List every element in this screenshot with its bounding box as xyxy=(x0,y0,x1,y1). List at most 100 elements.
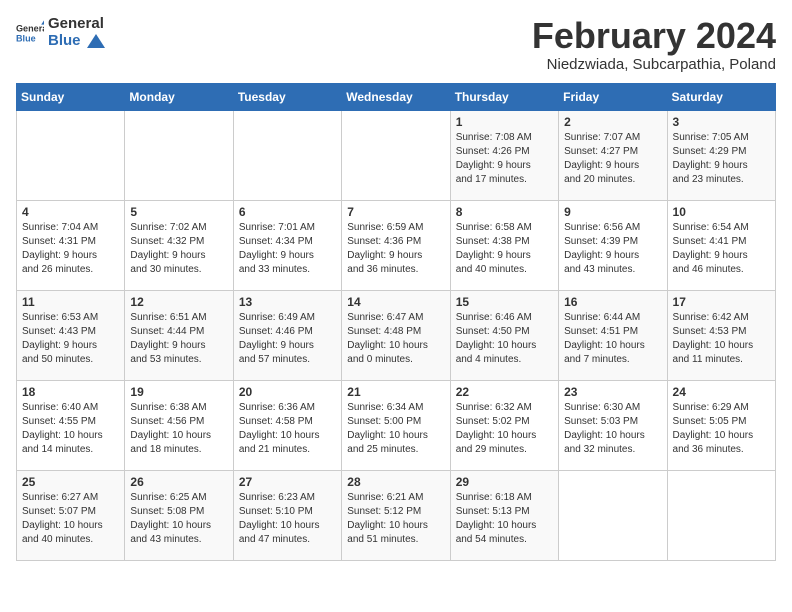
day-info: Sunrise: 7:08 AM Sunset: 4:26 PM Dayligh… xyxy=(456,131,553,187)
day-number: 15 xyxy=(456,295,553,309)
day-info: Sunrise: 6:32 AM Sunset: 5:02 PM Dayligh… xyxy=(456,401,553,457)
day-info: Sunrise: 6:38 AM Sunset: 4:56 PM Dayligh… xyxy=(130,401,227,457)
day-info: Sunrise: 6:56 AM Sunset: 4:39 PM Dayligh… xyxy=(564,221,661,277)
day-info: Sunrise: 7:02 AM Sunset: 4:32 PM Dayligh… xyxy=(130,221,227,277)
day-number: 8 xyxy=(456,205,553,219)
col-header-thursday: Thursday xyxy=(450,83,558,110)
svg-text:General: General xyxy=(16,23,44,33)
calendar-cell: 22 Sunrise: 6:32 AM Sunset: 5:02 PM Dayli… xyxy=(450,380,558,470)
day-number: 28 xyxy=(347,475,444,489)
calendar-cell: 6Sunrise: 7:01 AM Sunset: 4:34 PM Daylig… xyxy=(233,200,341,290)
logo-bird-icon xyxy=(87,34,105,48)
day-info: Sunrise: 6:18 AM Sunset: 5:13 PM Dayligh… xyxy=(456,491,553,547)
calendar-week-row: 4 Sunrise: 7:04 AM Sunset: 4:31 PM Daylig… xyxy=(17,200,776,290)
day-info: Sunrise: 6:59 AM Sunset: 4:36 PM Dayligh… xyxy=(347,221,444,277)
calendar-cell: 7 Sunrise: 6:59 AM Sunset: 4:36 PM Daylig… xyxy=(342,200,450,290)
day-number: 2 xyxy=(564,115,661,129)
day-info: Sunrise: 6:21 AM Sunset: 5:12 PM Dayligh… xyxy=(347,491,444,547)
day-info: Sunrise: 7:07 AM Sunset: 4:27 PM Dayligh… xyxy=(564,131,661,187)
day-number: 18 xyxy=(22,385,119,399)
day-info: Sunrise: 6:23 AM Sunset: 5:10 PM Dayligh… xyxy=(239,491,336,547)
col-header-wednesday: Wednesday xyxy=(342,83,450,110)
calendar-week-row: 25 Sunrise: 6:27 AM Sunset: 5:07 PM Dayli… xyxy=(17,470,776,560)
day-number: 19 xyxy=(130,385,227,399)
col-header-friday: Friday xyxy=(559,83,667,110)
day-number: 13 xyxy=(239,295,336,309)
day-number: 14 xyxy=(347,295,444,309)
calendar-cell: 13 Sunrise: 6:49 AM Sunset: 4:46 PM Dayli… xyxy=(233,290,341,380)
day-number: 20 xyxy=(239,385,336,399)
calendar-cell: 1Sunrise: 7:08 AM Sunset: 4:26 PM Daylig… xyxy=(450,110,558,200)
day-number: 4 xyxy=(22,205,119,219)
calendar-cell: 16Sunrise: 6:44 AM Sunset: 4:51 PM Dayli… xyxy=(559,290,667,380)
day-number: 9 xyxy=(564,205,661,219)
header: General Blue General Blue February 2024 … xyxy=(16,16,776,73)
calendar-cell: 18 Sunrise: 6:40 AM Sunset: 4:55 PM Dayli… xyxy=(17,380,125,470)
calendar-cell xyxy=(342,110,450,200)
calendar-cell: 20 Sunrise: 6:36 AM Sunset: 4:58 PM Dayli… xyxy=(233,380,341,470)
col-header-monday: Monday xyxy=(125,83,233,110)
day-info: Sunrise: 6:49 AM Sunset: 4:46 PM Dayligh… xyxy=(239,311,336,367)
calendar-cell xyxy=(233,110,341,200)
calendar-cell: 5Sunrise: 7:02 AM Sunset: 4:32 PM Daylig… xyxy=(125,200,233,290)
logo-general: General xyxy=(48,15,104,32)
day-number: 12 xyxy=(130,295,227,309)
calendar-cell: 29Sunrise: 6:18 AM Sunset: 5:13 PM Dayli… xyxy=(450,470,558,560)
calendar-cell: 11 Sunrise: 6:53 AM Sunset: 4:43 PM Dayli… xyxy=(17,290,125,380)
calendar-cell: 28 Sunrise: 6:21 AM Sunset: 5:12 PM Dayli… xyxy=(342,470,450,560)
day-number: 21 xyxy=(347,385,444,399)
title-area: February 2024 Niedzwiada, Subcarpathia, … xyxy=(532,16,776,73)
col-header-saturday: Saturday xyxy=(667,83,775,110)
svg-text:Blue: Blue xyxy=(16,33,36,43)
day-info: Sunrise: 6:40 AM Sunset: 4:55 PM Dayligh… xyxy=(22,401,119,457)
calendar-cell: 10Sunrise: 6:54 AM Sunset: 4:41 PM Dayli… xyxy=(667,200,775,290)
month-year-title: February 2024 xyxy=(532,16,776,56)
day-number: 24 xyxy=(673,385,770,399)
day-number: 11 xyxy=(22,295,119,309)
calendar-cell: 21 Sunrise: 6:34 AM Sunset: 5:00 PM Dayli… xyxy=(342,380,450,470)
logo: General Blue General Blue xyxy=(16,16,105,49)
calendar-cell: 2 Sunrise: 7:07 AM Sunset: 4:27 PM Daylig… xyxy=(559,110,667,200)
day-info: Sunrise: 6:36 AM Sunset: 4:58 PM Dayligh… xyxy=(239,401,336,457)
calendar-cell xyxy=(125,110,233,200)
day-info: Sunrise: 6:53 AM Sunset: 4:43 PM Dayligh… xyxy=(22,311,119,367)
day-info: Sunrise: 6:30 AM Sunset: 5:03 PM Dayligh… xyxy=(564,401,661,457)
day-info: Sunrise: 6:44 AM Sunset: 4:51 PM Dayligh… xyxy=(564,311,661,367)
day-info: Sunrise: 6:58 AM Sunset: 4:38 PM Dayligh… xyxy=(456,221,553,277)
calendar-cell: 26 Sunrise: 6:25 AM Sunset: 5:08 PM Dayli… xyxy=(125,470,233,560)
calendar-cell: 27Sunrise: 6:23 AM Sunset: 5:10 PM Dayli… xyxy=(233,470,341,560)
day-number: 23 xyxy=(564,385,661,399)
calendar-cell: 15 Sunrise: 6:46 AM Sunset: 4:50 PM Dayli… xyxy=(450,290,558,380)
calendar-cell: 25 Sunrise: 6:27 AM Sunset: 5:07 PM Dayli… xyxy=(17,470,125,560)
calendar-cell: 8 Sunrise: 6:58 AM Sunset: 4:38 PM Daylig… xyxy=(450,200,558,290)
logo-blue: Blue xyxy=(48,32,81,49)
day-number: 26 xyxy=(130,475,227,489)
calendar-cell: 12 Sunrise: 6:51 AM Sunset: 4:44 PM Dayli… xyxy=(125,290,233,380)
calendar-cell: 14Sunrise: 6:47 AM Sunset: 4:48 PM Dayli… xyxy=(342,290,450,380)
day-number: 7 xyxy=(347,205,444,219)
day-number: 17 xyxy=(673,295,770,309)
day-info: Sunrise: 7:04 AM Sunset: 4:31 PM Dayligh… xyxy=(22,221,119,277)
day-number: 10 xyxy=(673,205,770,219)
calendar-cell: 23 Sunrise: 6:30 AM Sunset: 5:03 PM Dayli… xyxy=(559,380,667,470)
calendar-cell xyxy=(17,110,125,200)
day-number: 25 xyxy=(22,475,119,489)
day-number: 22 xyxy=(456,385,553,399)
day-info: Sunrise: 6:46 AM Sunset: 4:50 PM Dayligh… xyxy=(456,311,553,367)
calendar-cell xyxy=(667,470,775,560)
calendar-cell: 24 Sunrise: 6:29 AM Sunset: 5:05 PM Dayli… xyxy=(667,380,775,470)
day-info: Sunrise: 6:25 AM Sunset: 5:08 PM Dayligh… xyxy=(130,491,227,547)
calendar-week-row: 18 Sunrise: 6:40 AM Sunset: 4:55 PM Dayli… xyxy=(17,380,776,470)
location-subtitle: Niedzwiada, Subcarpathia, Poland xyxy=(532,56,776,73)
day-info: Sunrise: 7:05 AM Sunset: 4:29 PM Dayligh… xyxy=(673,131,770,187)
day-info: Sunrise: 6:27 AM Sunset: 5:07 PM Dayligh… xyxy=(22,491,119,547)
col-header-sunday: Sunday xyxy=(17,83,125,110)
calendar-week-row: 11 Sunrise: 6:53 AM Sunset: 4:43 PM Dayli… xyxy=(17,290,776,380)
day-info: Sunrise: 6:51 AM Sunset: 4:44 PM Dayligh… xyxy=(130,311,227,367)
calendar-cell: 9 Sunrise: 6:56 AM Sunset: 4:39 PM Daylig… xyxy=(559,200,667,290)
day-info: Sunrise: 6:34 AM Sunset: 5:00 PM Dayligh… xyxy=(347,401,444,457)
calendar-week-row: 1Sunrise: 7:08 AM Sunset: 4:26 PM Daylig… xyxy=(17,110,776,200)
day-info: Sunrise: 7:01 AM Sunset: 4:34 PM Dayligh… xyxy=(239,221,336,277)
day-info: Sunrise: 6:29 AM Sunset: 5:05 PM Dayligh… xyxy=(673,401,770,457)
day-number: 3 xyxy=(673,115,770,129)
